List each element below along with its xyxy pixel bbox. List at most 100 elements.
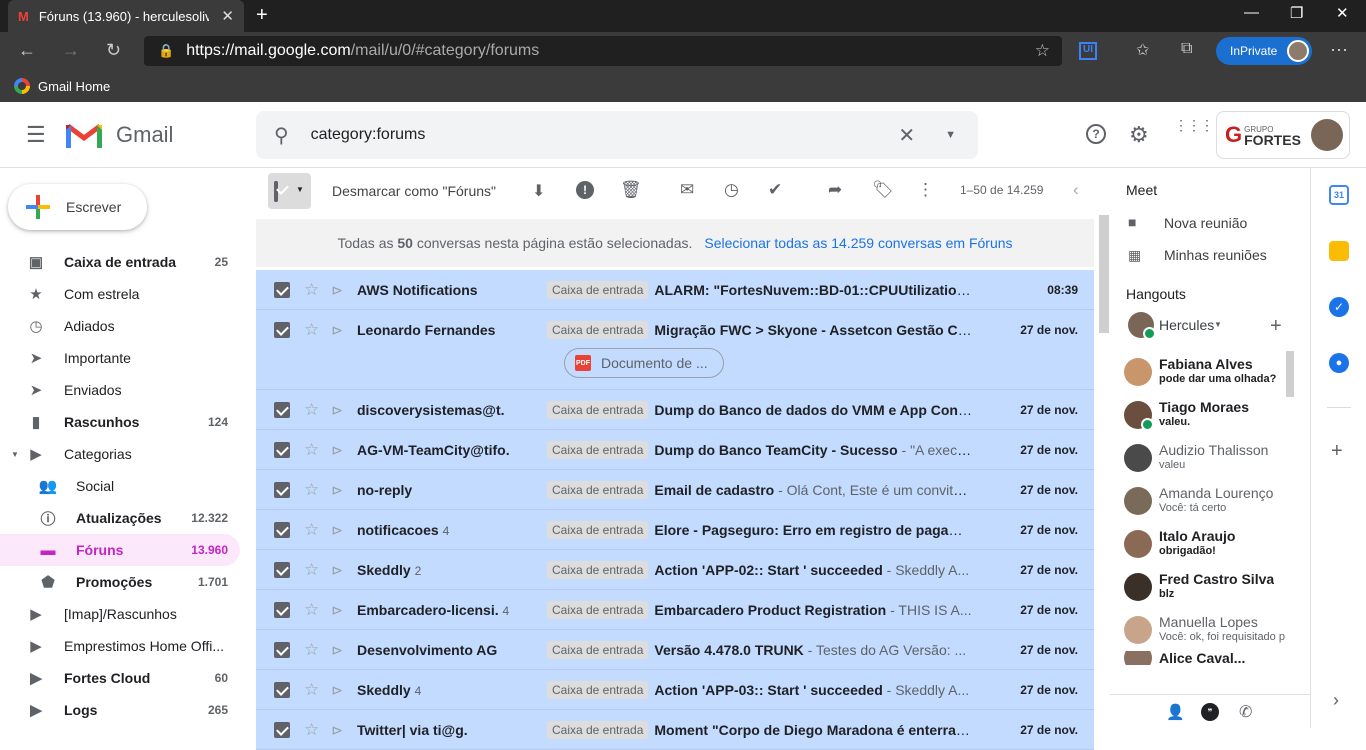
inbox-label-chip[interactable]: Caixa de entrada <box>546 601 649 619</box>
close-window-icon[interactable]: ✕ <box>1336 4 1349 22</box>
star-icon[interactable]: ☆ <box>304 680 319 700</box>
sidebar-item[interactable]: ➤ Enviados <box>0 374 240 406</box>
select-dropdown-icon[interactable]: ▼ <box>296 185 304 194</box>
row-checkbox[interactable] <box>274 442 290 458</box>
hangouts-contact[interactable]: Italo Araujo obrigadão! <box>1124 522 1296 565</box>
list-scrollbar[interactable] <box>1099 215 1109 333</box>
row-checkbox[interactable] <box>274 522 290 538</box>
star-icon[interactable]: ☆ <box>304 640 319 660</box>
sidebar-item[interactable]: ⬟ Promoções 1.701 <box>0 566 240 598</box>
important-marker-icon[interactable]: ⊳ <box>331 282 343 299</box>
calendar-addon-icon[interactable]: 31 <box>1329 185 1349 205</box>
more-icon[interactable]: ⋯ <box>1330 40 1348 61</box>
extension-icon[interactable]: UI <box>1079 42 1097 60</box>
row-checkbox[interactable] <box>274 482 290 498</box>
new-meeting-link[interactable]: Nova reunião <box>1164 215 1247 231</box>
email-row[interactable]: ☆ ⊳ AWS Notifications Caixa de entrada ALAR… <box>256 270 1094 310</box>
row-checkbox[interactable] <box>274 562 290 578</box>
url-field[interactable]: 🔒 https://mail.google.com/mail/u/0/#cate… <box>144 36 1062 66</box>
hangouts-contact[interactable]: Fabiana Alves pode dar uma olhada? <box>1124 350 1296 393</box>
row-checkbox[interactable] <box>274 602 290 618</box>
important-marker-icon[interactable]: ⊳ <box>331 682 343 699</box>
email-row[interactable]: ☆ ⊳ Embarcadero-licensi. 4 Caixa de entrada… <box>256 590 1094 630</box>
search-icon[interactable]: ⚲ <box>274 123 289 148</box>
maximize-icon[interactable]: ❐ <box>1290 4 1303 22</box>
main-menu-icon[interactable]: ☰ <box>26 122 46 148</box>
sidebar-item[interactable]: ▶ Fortes Cloud 60 <box>0 662 240 694</box>
star-icon[interactable]: ☆ <box>304 280 319 300</box>
inbox-label-chip[interactable]: Caixa de entrada <box>546 561 649 579</box>
sidebar-item[interactable]: ▶ Emprestimos Home Offi... <box>0 630 240 662</box>
email-row[interactable]: ☆ ⊳ Twitter| via ti@g. Caixa de entrada Mom… <box>256 710 1094 750</box>
sidebar-item[interactable]: ▶ [Imap]/Rascunhos <box>0 598 240 630</box>
close-tab-icon[interactable]: ✕ <box>221 7 234 25</box>
collapse-arrow-icon[interactable]: ▼ <box>11 450 19 459</box>
inbox-label-chip[interactable]: Caixa de entrada <box>546 641 649 659</box>
new-conversation-plus-icon[interactable]: + <box>1270 315 1282 338</box>
mark-read-icon[interactable]: ✉ <box>680 180 694 200</box>
important-marker-icon[interactable]: ⊳ <box>331 322 343 339</box>
important-marker-icon[interactable]: ⊳ <box>331 402 343 419</box>
important-marker-icon[interactable]: ⊳ <box>331 562 343 579</box>
account-button[interactable]: G GRUPO FORTES <box>1216 111 1350 159</box>
favorites-icon[interactable]: ✩ <box>1136 40 1149 60</box>
search-options-icon[interactable]: ▼ <box>945 129 956 141</box>
email-row[interactable]: ☆ ⊳ discoverysistemas@t. Caixa de entrada D… <box>256 390 1094 430</box>
new-tab-icon[interactable]: + <box>256 4 268 27</box>
email-row[interactable]: ☆ ⊳ Desenvolvimento AG Caixa de entrada Ver… <box>256 630 1094 670</box>
attachment-chip[interactable]: PDF Documento de ... <box>564 348 724 378</box>
collections-icon[interactable]: ⧉ <box>1181 40 1192 58</box>
inbox-label-chip[interactable]: Caixa de entrada <box>546 681 649 699</box>
inbox-label-chip[interactable]: Caixa de entrada <box>546 441 649 459</box>
gmail-logo-icon[interactable] <box>66 122 102 148</box>
report-spam-icon[interactable]: ! <box>576 181 594 199</box>
row-checkbox[interactable] <box>274 642 290 658</box>
minimize-icon[interactable]: — <box>1244 4 1259 21</box>
bookmark-gmail-home[interactable]: Gmail Home <box>38 79 110 94</box>
hangouts-contact[interactable]: Manuella Lopes Você: ok, foi requisitado … <box>1124 608 1296 651</box>
snooze-icon[interactable]: ◷ <box>724 180 739 200</box>
sidebar-item[interactable]: ➤ Importante <box>0 342 240 374</box>
contacts-person-icon[interactable]: 👤 <box>1166 703 1185 721</box>
contacts-addon-icon[interactable]: ● <box>1329 353 1349 373</box>
settings-gear-icon[interactable]: ⚙ <box>1129 122 1149 148</box>
move-to-icon[interactable]: ➦ <box>828 180 842 200</box>
star-icon[interactable]: ☆ <box>304 480 319 500</box>
search-input[interactable]: category:forums <box>311 126 426 144</box>
select-all-conversations-link[interactable]: Selecionar todas as 14.259 conversas em … <box>704 235 1012 251</box>
archive-icon[interactable]: ⬇ <box>532 181 545 201</box>
important-marker-icon[interactable]: ⊳ <box>331 522 343 539</box>
search-bar[interactable]: ⚲ category:forums ✕ ▼ <box>256 111 978 159</box>
sidebar-item[interactable]: ▮ Rascunhos 124 <box>0 406 240 438</box>
hangouts-contact[interactable]: Alice Caval... <box>1124 651 1296 665</box>
star-icon[interactable]: ☆ <box>304 440 319 460</box>
inprivate-button[interactable]: InPrivate <box>1216 37 1312 65</box>
hangouts-user-name[interactable]: Hercules <box>1159 317 1214 333</box>
more-actions-icon[interactable]: ⋮ <box>917 180 934 200</box>
row-checkbox[interactable] <box>274 402 290 418</box>
delete-icon[interactable]: 🗑 <box>620 180 642 200</box>
important-marker-icon[interactable]: ⊳ <box>331 442 343 459</box>
hangouts-contact[interactable]: Audizio Thalisson valeu <box>1124 436 1296 479</box>
star-icon[interactable]: ☆ <box>304 720 319 740</box>
important-marker-icon[interactable]: ⊳ <box>331 642 343 659</box>
email-row[interactable]: ☆ ⊳ no-reply Caixa de entrada Email de cada… <box>256 470 1094 510</box>
hangouts-scrollbar[interactable] <box>1286 351 1294 397</box>
back-icon[interactable]: ← <box>18 40 36 61</box>
hangouts-contact[interactable]: Amanda Lourenço Você: tá certo <box>1124 479 1296 522</box>
star-icon[interactable]: ☆ <box>304 320 319 340</box>
sidebar-item[interactable]: ★ Com estrela <box>0 278 240 310</box>
compose-button[interactable]: Escrever <box>8 184 147 230</box>
star-icon[interactable]: ☆ <box>304 560 319 580</box>
clear-search-icon[interactable]: ✕ <box>898 123 915 148</box>
inbox-label-chip[interactable]: Caixa de entrada <box>546 321 649 339</box>
favorite-star-icon[interactable]: ☆ <box>1035 41 1050 61</box>
sidebar-item[interactable]: ▣ Caixa de entrada 25 <box>0 246 240 278</box>
tasks-addon-icon[interactable]: ✓ <box>1329 297 1349 317</box>
select-all-menu[interactable]: ▼ <box>268 173 311 209</box>
get-addons-plus-icon[interactable]: + <box>1331 440 1343 463</box>
sidebar-item[interactable]: ◷ Adiados <box>0 310 240 342</box>
add-task-icon[interactable]: ✔ <box>768 180 782 200</box>
forward-icon[interactable]: → <box>62 40 80 61</box>
browser-tab[interactable]: M Fóruns (13.960) - herculesoliveira ✕ <box>8 0 244 32</box>
